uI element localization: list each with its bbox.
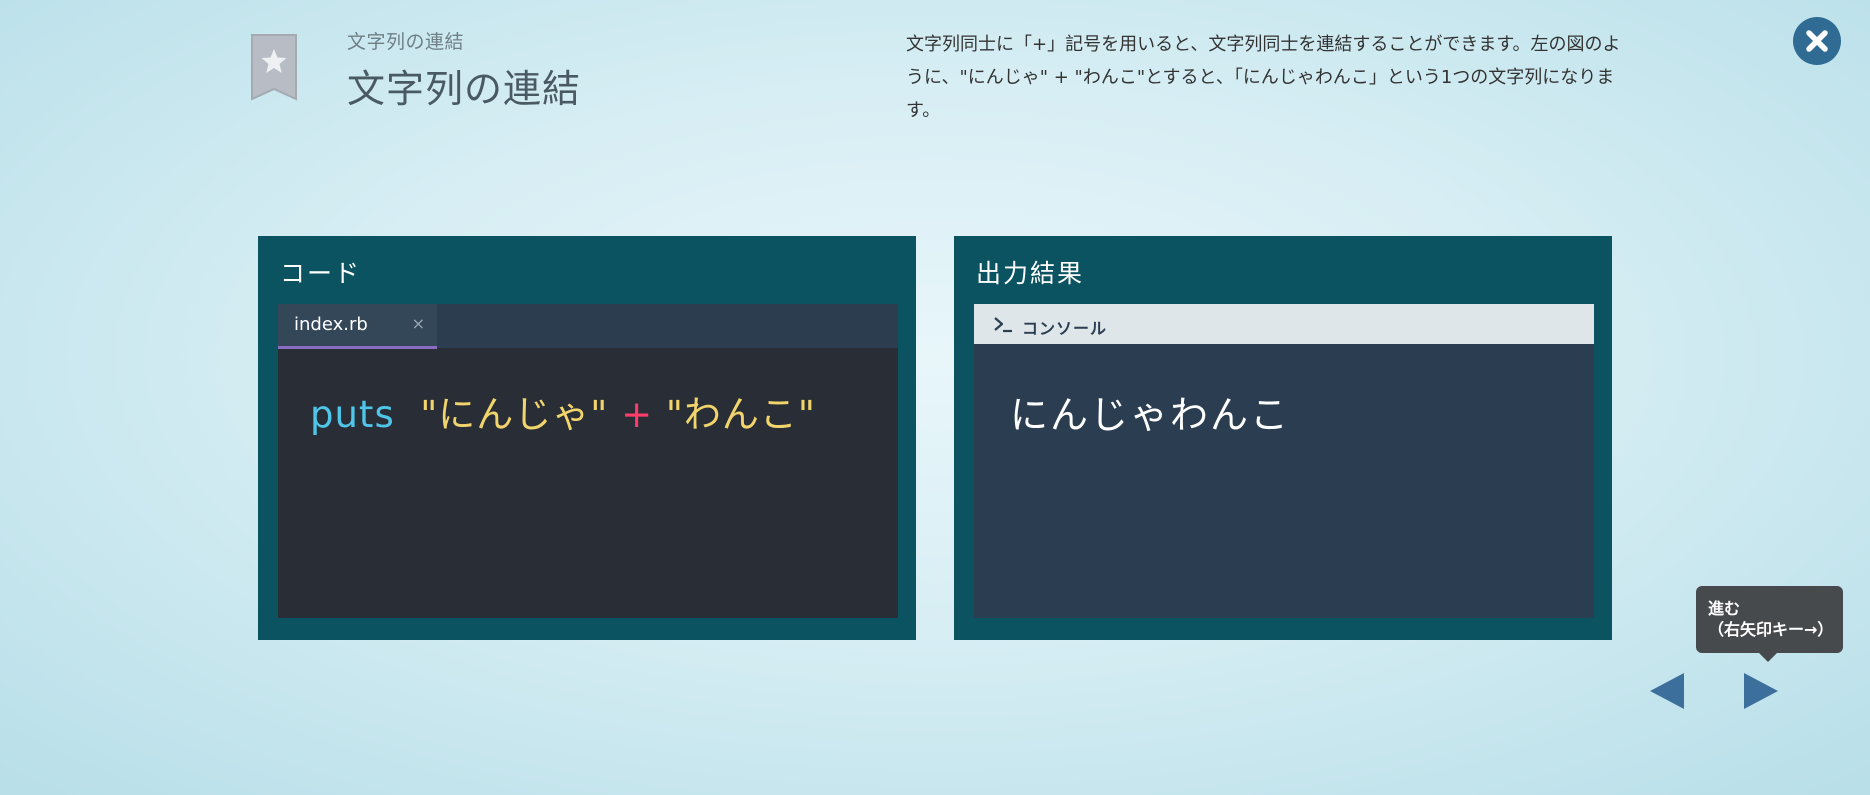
code-operator: + (621, 393, 654, 436)
description-line: 文字列同士に「+」記号を用いると、文字列同士を連結することができます。左の図のよ (906, 34, 1621, 55)
code-keyword: puts (310, 393, 395, 436)
triangle-left-icon (1650, 673, 1684, 709)
tab-close-icon[interactable]: × (412, 314, 425, 333)
code-line: puts "にんじゃ" + "わんこ" (310, 384, 816, 438)
code-panel: コード index.rb × puts "にんじゃ" + "わんこ" (258, 236, 916, 640)
close-icon (1806, 30, 1828, 52)
file-tab-label: index.rb (294, 314, 368, 335)
output-panel: 出力結果 コンソール にんじゃわんこ (954, 236, 1612, 640)
tooltip-line: 進む (1708, 599, 1741, 618)
code-string: "わんこ" (665, 393, 816, 436)
next-button[interactable] (1740, 671, 1780, 711)
description-line: うに、"にんじゃ" + "わんこ"とすると、「にんじゃわんこ」という1つの文字列… (906, 67, 1615, 121)
star-bookmark-icon (251, 34, 297, 101)
lesson-subtitle: 文字列の連結 (347, 31, 465, 53)
page-title: 文字列の連結 (347, 67, 582, 111)
code-panel-heading: コード (280, 259, 362, 288)
console-header: コンソール (974, 304, 1594, 344)
prev-button[interactable] (1648, 671, 1688, 711)
terminal-prompt-icon (994, 317, 1012, 333)
next-tooltip: 進む （右矢印キー→） (1696, 586, 1843, 662)
triangle-right-icon (1744, 673, 1778, 709)
console-output: にんじゃわんこ (1010, 393, 1291, 437)
code-editor: index.rb × puts "にんじゃ" + "わんこ" (278, 304, 898, 618)
code-string: "にんじゃ" (420, 393, 609, 436)
output-panel-heading: 出力結果 (976, 259, 1085, 288)
console-label: コンソール (1022, 319, 1108, 338)
console: コンソール にんじゃわんこ (974, 304, 1594, 618)
editor-tabbar: index.rb × (278, 304, 898, 349)
file-tab[interactable]: index.rb × (278, 304, 437, 349)
tooltip-line: （右矢印キー→） (1708, 620, 1834, 639)
close-button[interactable] (1793, 17, 1841, 65)
lesson-description: 文字列同士に「+」記号を用いると、文字列同士を連結することができます。左の図のよ… (906, 28, 1626, 127)
